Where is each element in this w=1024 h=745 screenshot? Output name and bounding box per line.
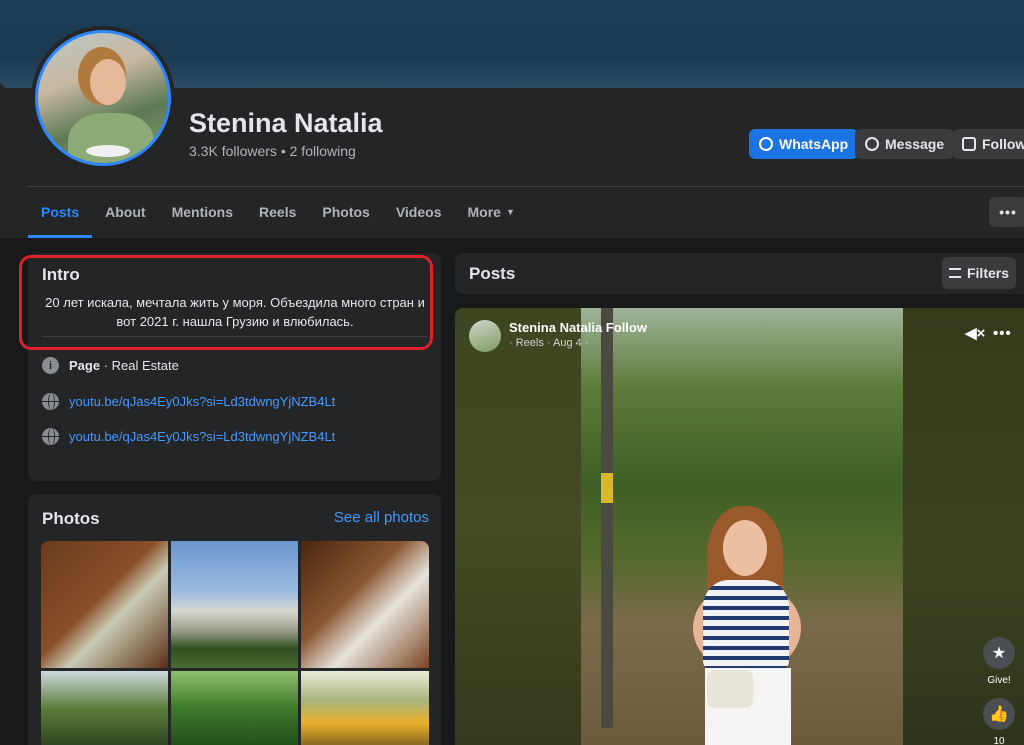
- intro-highlight-box: [19, 255, 433, 350]
- photo-thumbnail[interactable]: [301, 541, 429, 668]
- followers-count[interactable]: 3.3K followers: [189, 143, 277, 159]
- photos-card: Photos See all photos: [28, 494, 441, 745]
- photo-thumbnail[interactable]: [171, 541, 298, 668]
- mute-icon[interactable]: ◀×: [965, 324, 985, 342]
- follow-stats: 3.3K followers • 2 following: [189, 143, 356, 159]
- photo-thumbnail[interactable]: [301, 671, 429, 745]
- following-count[interactable]: 2 following: [290, 143, 356, 159]
- header-divider: [27, 186, 1024, 187]
- follow-icon: [962, 137, 976, 151]
- profile-tabs: Posts About Mentions Reels Photos Videos…: [28, 188, 528, 238]
- tab-videos[interactable]: Videos: [383, 188, 455, 236]
- photo-thumbnail[interactable]: [41, 541, 168, 668]
- tab-about[interactable]: About: [92, 188, 158, 236]
- chevron-down-icon: ▼: [505, 207, 515, 217]
- page-category: · Real Estate: [100, 358, 179, 373]
- website-link[interactable]: youtu.be/qJas4Ey0Jks?si=Ld3tdwngYjNZB4Lt: [69, 429, 335, 444]
- reel-meta: · Reels · Aug 4 ·: [509, 337, 589, 349]
- reel-video[interactable]: [455, 308, 1024, 745]
- reel-author-avatar[interactable]: [469, 320, 501, 352]
- whatsapp-icon: [759, 137, 773, 151]
- see-all-photos-link[interactable]: See all photos: [334, 509, 429, 526]
- profile-more-button[interactable]: •••: [989, 197, 1024, 227]
- give-label: Give!: [987, 675, 1011, 686]
- photo-thumbnail[interactable]: [41, 671, 168, 745]
- info-icon: i: [42, 357, 59, 374]
- photo-thumbnail[interactable]: [171, 671, 298, 745]
- whatsapp-button[interactable]: WhatsApp: [749, 129, 859, 159]
- tab-posts[interactable]: Posts: [28, 188, 93, 238]
- profile-avatar[interactable]: [31, 26, 175, 170]
- reel-author-name[interactable]: Stenina Natalia Follow: [509, 320, 647, 335]
- posts-header: Posts Filters: [455, 253, 1024, 294]
- follow-button[interactable]: Follow: [952, 129, 1024, 159]
- website-row: youtu.be/qJas4Ey0Jks?si=Ld3tdwngYjNZB4Lt: [42, 428, 335, 445]
- tab-reels[interactable]: Reels: [246, 188, 309, 236]
- like-count: 10: [993, 736, 1005, 745]
- message-button[interactable]: Message: [855, 129, 955, 159]
- page-label: Page: [69, 358, 101, 373]
- filters-button[interactable]: Filters: [942, 257, 1016, 289]
- tab-mentions[interactable]: Mentions: [159, 188, 246, 236]
- page-category-row: i Page · Real Estate: [42, 357, 179, 374]
- reel-more-icon[interactable]: •••: [993, 325, 1012, 342]
- website-link[interactable]: youtu.be/qJas4Ey0Jks?si=Ld3tdwngYjNZB4Lt: [69, 394, 335, 409]
- website-row: youtu.be/qJas4Ey0Jks?si=Ld3tdwngYjNZB4Lt: [42, 393, 335, 410]
- tab-more[interactable]: More ▼: [454, 188, 527, 236]
- tab-photos[interactable]: Photos: [309, 188, 382, 236]
- globe-icon: [42, 428, 59, 445]
- sliders-icon: [948, 268, 961, 278]
- photos-title: Photos: [42, 509, 100, 528]
- give-stars-icon[interactable]: ★: [983, 637, 1015, 669]
- profile-name: Stenina Natalia: [189, 108, 383, 138]
- globe-icon: [42, 393, 59, 410]
- messenger-icon: [865, 137, 879, 151]
- posts-title: Posts: [469, 264, 516, 283]
- profile-avatar-image: [35, 30, 171, 166]
- like-icon[interactable]: 👍: [983, 698, 1015, 730]
